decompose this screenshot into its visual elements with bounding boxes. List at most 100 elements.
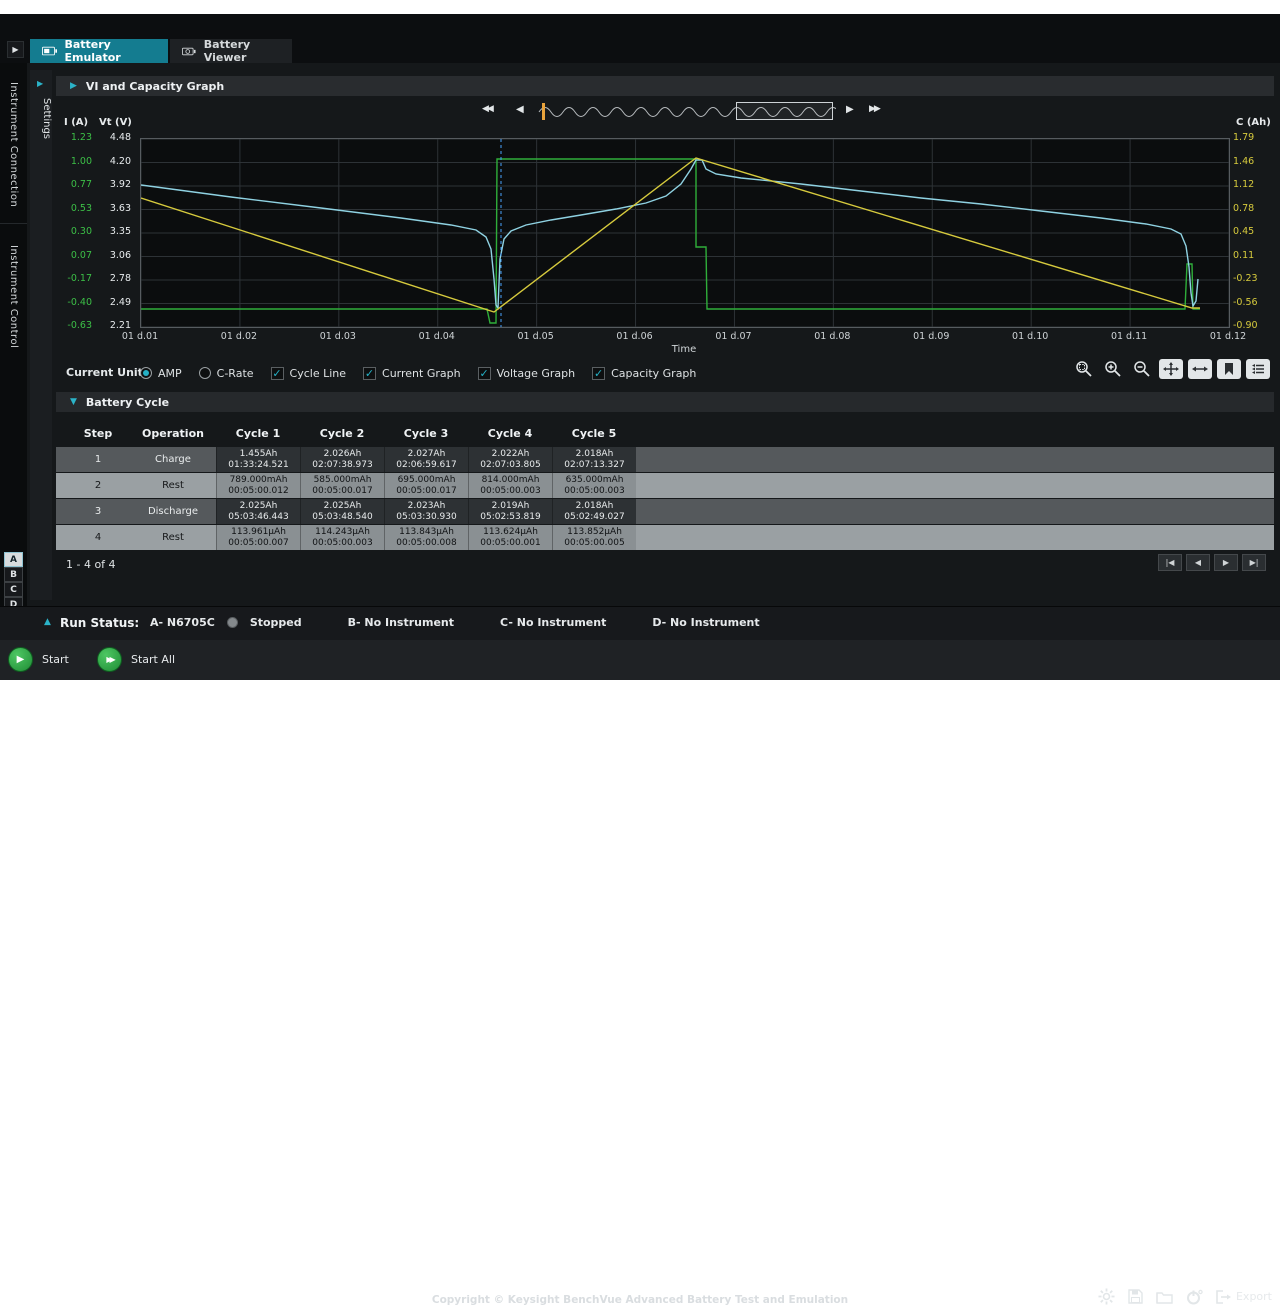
sidebar-item-instrument-connection[interactable]: Instrument Connection	[0, 67, 27, 224]
tab-battery-viewer[interactable]: Battery Viewer	[170, 39, 292, 63]
channel-button-a[interactable]: A	[4, 552, 23, 567]
cycle-cell: 2.025Ah05:03:46.443	[216, 499, 300, 524]
axis-tick: 4.48	[97, 133, 131, 143]
current-unit-label: Current Unit:	[66, 366, 147, 379]
channel-button-c[interactable]: C	[4, 582, 23, 597]
left-sidebar: Instrument Connection Instrument Control…	[0, 63, 27, 606]
cycle-cell: 113.624µAh00:05:00.001	[468, 525, 552, 550]
sidebar-item-instrument-control[interactable]: Instrument Control	[0, 227, 27, 367]
export-button[interactable]: Export	[1216, 1290, 1272, 1304]
start-all-button[interactable]: ▶▶ Start All	[97, 647, 175, 672]
table-row[interactable]: 3Discharge2.025Ah05:03:46.4432.025Ah05:0…	[56, 499, 1274, 524]
x-axis-tick: 01 d.12	[1198, 331, 1258, 342]
channel-button-b[interactable]: B	[4, 567, 23, 582]
panel-expand-icon[interactable]: ▶	[70, 81, 77, 91]
scrub-forward-button[interactable]: ▶▶	[869, 104, 879, 114]
zoom-in-icon[interactable]	[1101, 359, 1125, 379]
radio-icon	[140, 367, 152, 379]
left-axis-current-label: I (A)	[64, 117, 88, 128]
instrument-label: A- N6705C	[150, 616, 215, 629]
settings-panel-collapsed[interactable]: ▶ Settings	[30, 70, 52, 600]
checkbox-capacity-graph[interactable]: ✓Capacity Graph	[592, 367, 696, 380]
step-cell: 3	[66, 499, 130, 524]
x-axis-tick: 01 d.03	[308, 331, 368, 342]
y-axis-current-ticks: 1.231.000.770.530.300.07-0.17-0.40-0.63	[58, 138, 92, 330]
axis-tick: 1.12	[1233, 180, 1269, 190]
instrument-label: D- No Instrument	[652, 616, 759, 629]
vi-capacity-chart[interactable]	[140, 138, 1230, 328]
runbar-collapse-icon[interactable]: ▲	[44, 617, 51, 627]
scrub-step-forward-button[interactable]: ▶	[846, 104, 854, 115]
power-status-icon[interactable]	[1186, 1289, 1203, 1305]
status-text: Stopped	[250, 616, 302, 629]
battery-viewer-icon	[182, 46, 197, 57]
table-row[interactable]: 2Rest789.000mAh00:05:00.012585.000mAh00:…	[56, 473, 1274, 498]
fit-horizontal-icon[interactable]	[1188, 359, 1212, 379]
cycle-cell: 113.852µAh00:05:00.005	[552, 525, 636, 550]
radio-label: C-Rate	[217, 367, 254, 380]
y-axis-capacity-ticks: 1.791.461.120.780.450.11-0.23-0.56-0.90	[1233, 138, 1269, 330]
marker-icon[interactable]	[1217, 359, 1241, 379]
cycle-cell: 2.025Ah05:03:48.540	[300, 499, 384, 524]
graph-panel-header[interactable]: ▶ VI and Capacity Graph	[56, 76, 1274, 96]
settings-gear-icon[interactable]	[1098, 1288, 1115, 1305]
run-status-item: A- N6705C Stopped	[150, 616, 302, 629]
right-axis-capacity-label: C (Ah)	[1236, 117, 1271, 128]
graph-options: AMP C-Rate ✓Cycle Line ✓Current Graph ✓Volta…	[140, 363, 696, 383]
scrubber-position-marker[interactable]	[542, 103, 545, 120]
page-next-button[interactable]: ▶	[1214, 554, 1238, 571]
save-icon[interactable]	[1128, 1289, 1143, 1304]
radio-c-rate[interactable]: C-Rate	[199, 367, 254, 380]
pan-icon[interactable]	[1159, 359, 1183, 379]
open-folder-icon[interactable]	[1156, 1290, 1173, 1304]
series-voltage	[141, 160, 1198, 308]
page-first-button[interactable]: |◀	[1158, 554, 1182, 571]
table-row[interactable]: 1Charge1.455Ah01:33:24.5212.026Ah02:07:3…	[56, 447, 1274, 472]
scrub-rewind-button[interactable]: ◀◀	[482, 104, 492, 114]
expand-sidebar-button[interactable]: ▶	[7, 41, 24, 58]
zoom-out-icon[interactable]	[1130, 359, 1154, 379]
cycle-cell: 814.000mAh00:05:00.003	[468, 473, 552, 498]
axis-tick: 0.78	[1233, 204, 1269, 214]
operation-cell: Rest	[130, 525, 216, 550]
axis-tick: 1.46	[1233, 157, 1269, 167]
axis-tick: 2.21	[97, 321, 131, 331]
panel-collapse-icon[interactable]: ▼	[70, 397, 77, 407]
zoom-region-icon[interactable]	[1072, 359, 1096, 379]
expand-settings-icon[interactable]: ▶	[37, 79, 43, 88]
x-axis-tick: 01 d.04	[407, 331, 467, 342]
checkbox-cycle-line[interactable]: ✓Cycle Line	[271, 367, 346, 380]
x-axis-tick: 01 d.06	[605, 331, 665, 342]
page-prev-button[interactable]: ◀	[1186, 554, 1210, 571]
radio-amp[interactable]: AMP	[140, 367, 182, 380]
start-button[interactable]: ▶ Start	[8, 647, 69, 672]
x-axis-tick: 01 d.07	[703, 331, 763, 342]
cycle-cell: 1.455Ah01:33:24.521	[216, 447, 300, 472]
export-label: Export	[1236, 1290, 1272, 1303]
axis-tick: 0.53	[58, 204, 92, 214]
scrub-step-back-button[interactable]: ◀	[516, 104, 524, 115]
battery-cycle-panel-header[interactable]: ▼ Battery Cycle	[56, 392, 1274, 412]
axis-tick: 3.35	[97, 227, 131, 237]
cycle-cell: 2.026Ah02:07:38.973	[300, 447, 384, 472]
scrubber-selection-window[interactable]	[736, 102, 833, 120]
checkbox-current-graph[interactable]: ✓Current Graph	[363, 367, 461, 380]
column-header: Step	[66, 427, 130, 440]
footer-bar: ▶ Start ▶▶ Start All Copyright © Keysigh…	[0, 640, 1280, 680]
cycle-cell: 2.019Ah05:02:53.819	[468, 499, 552, 524]
checkbox-icon: ✓	[363, 367, 376, 380]
axis-tick: -0.90	[1233, 321, 1269, 331]
tab-battery-emulator[interactable]: Battery Emulator	[30, 39, 168, 63]
checkbox-voltage-graph[interactable]: ✓Voltage Graph	[478, 367, 576, 380]
expand-icon: ▶	[12, 45, 18, 54]
column-header: Cycle 2	[300, 427, 384, 440]
cycle-cell: 114.243µAh00:05:00.003	[300, 525, 384, 550]
axis-tick: 3.92	[97, 180, 131, 190]
page-last-button[interactable]: ▶|	[1242, 554, 1266, 571]
legend-list-icon[interactable]	[1246, 359, 1270, 379]
titlebar: ▶ Battery Emulator Battery Viewer	[0, 14, 1280, 63]
cycle-cell: 2.022Ah02:07:03.805	[468, 447, 552, 472]
start-label: Start	[42, 653, 69, 666]
table-row[interactable]: 4Rest113.961µAh00:05:00.007114.243µAh00:…	[56, 525, 1274, 550]
radio-label: AMP	[158, 367, 182, 380]
